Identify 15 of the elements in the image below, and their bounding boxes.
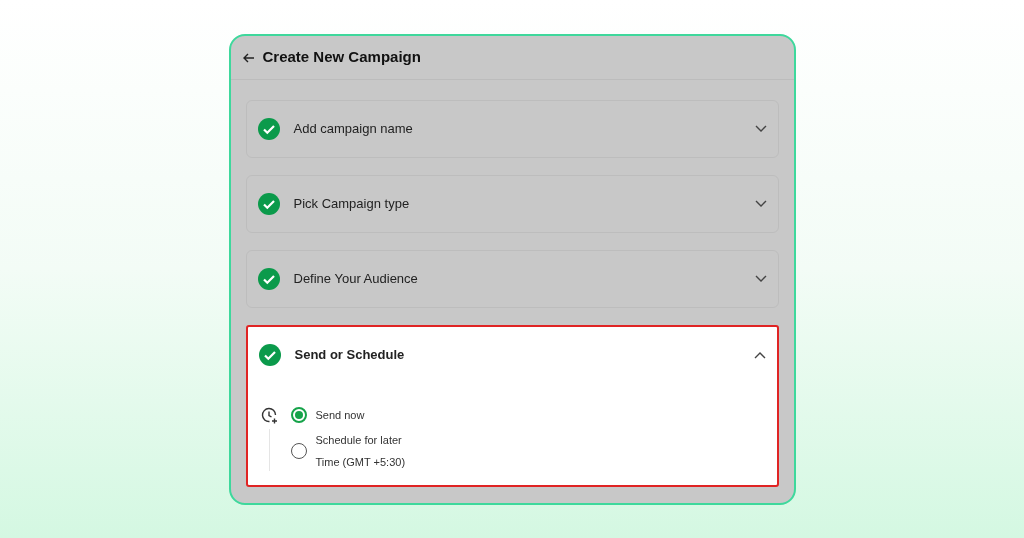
page-title: Create New Campaign bbox=[262, 47, 421, 68]
step-title[interactable]: Pick Campaign type bbox=[293, 194, 741, 214]
option-label: Send now bbox=[315, 408, 365, 423]
chevron-down-icon[interactable] bbox=[754, 125, 767, 133]
step-title[interactable]: Add campaign name bbox=[293, 119, 741, 139]
chevron-down-icon[interactable] bbox=[754, 200, 767, 208]
option-label: Schedule for later bbox=[315, 432, 403, 448]
step-title[interactable]: Send or Schedule bbox=[294, 345, 740, 365]
step-title[interactable]: Define Your Audience bbox=[293, 269, 741, 289]
clock-plus-icon bbox=[260, 407, 279, 425]
chevron-down-icon[interactable] bbox=[754, 275, 767, 283]
time-zone-label: Time (GMT +5:30) bbox=[315, 455, 406, 470]
chevron-up-icon[interactable] bbox=[753, 351, 766, 359]
back-arrow-icon[interactable] bbox=[242, 52, 255, 63]
radio-button[interactable] bbox=[290, 407, 307, 424]
